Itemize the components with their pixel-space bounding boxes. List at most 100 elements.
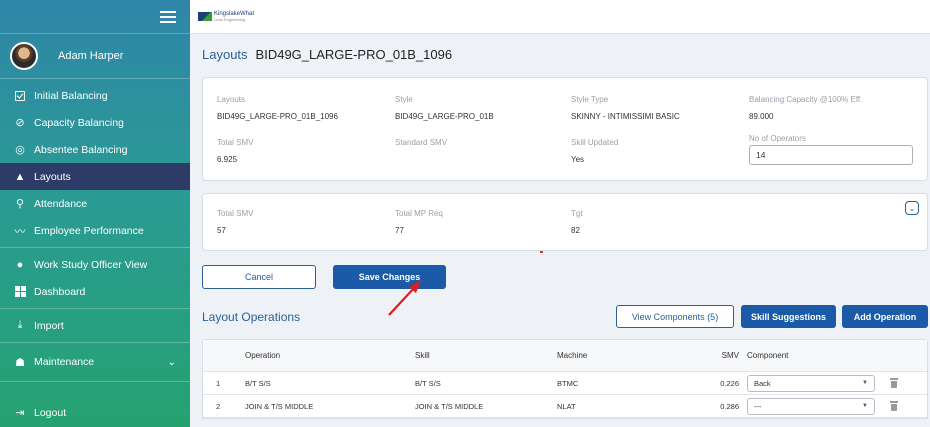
style-label: Style — [395, 95, 413, 104]
sidebar-item-maintenance[interactable]: ☗ Maintenance ⌄ — [0, 346, 190, 378]
column-component: Component — [747, 351, 789, 360]
row-smv: 0.226 — [720, 378, 739, 388]
trash-icon[interactable] — [890, 378, 898, 388]
sidebar-item-label: Attendance — [34, 197, 88, 210]
logo-name: KingslakeWhat — [214, 10, 255, 17]
sidebar-item-label: Work Study Officer View — [34, 258, 148, 271]
style-type-value: SKINNY - INTIMISSIMI BASIC — [571, 112, 680, 121]
layouts-value: BID49G_LARGE-PRO_01B_1096 — [217, 112, 338, 121]
component-select-value: --- — [754, 401, 762, 411]
chevron-down-icon: ⌄ — [167, 356, 176, 368]
table-row[interactable]: 1 B/T S/S B/T S/S BTMC 0.226 Back ▼ — [203, 372, 927, 395]
operations-title: Layout Operations — [202, 310, 301, 324]
skill-updated-label: Skill Updated — [571, 138, 619, 147]
sidebar-item-logout[interactable]: ⇥ Logout — [0, 399, 190, 426]
table-row[interactable]: 2 JOIN & T/S MIDDLE JOIN & T/S MIDDLE NL… — [203, 395, 927, 418]
sidebar-item-label: Import — [34, 319, 64, 332]
tgt-field: Tgt 82 — [571, 209, 583, 235]
avatar — [10, 42, 38, 70]
logo-mark-icon — [198, 12, 212, 21]
person-icon: ● — [16, 258, 24, 271]
column-skill: Skill — [415, 351, 430, 360]
row-operation: B/T S/S — [245, 378, 271, 388]
layouts-label: Layouts — [217, 95, 246, 104]
skill-updated-field: Skill Updated Yes — [571, 138, 618, 164]
dropdown-arrow-icon: ▼ — [862, 403, 868, 409]
trash-icon[interactable] — [890, 401, 898, 411]
sidebar-item-capacity-balancing[interactable]: ⊘ Capacity Balancing — [0, 109, 190, 136]
row-number: 2 — [216, 401, 221, 411]
operators-label: No of Operators — [749, 134, 806, 143]
user-profile: Adam Harper — [0, 34, 190, 79]
column-operation: Operation — [245, 351, 281, 360]
main-content: Layouts BID49G_LARGE-PRO_01B_1096 Layout… — [202, 34, 928, 419]
skill-suggestions-button[interactable]: Skill Suggestions — [741, 305, 836, 328]
skill-updated-value: Yes — [571, 155, 585, 164]
style-type-field: Style Type SKINNY - INTIMISSIMI BASIC — [571, 95, 680, 121]
shapes-icon: ▲ — [14, 170, 26, 183]
sidebar-item-label: Dashboard — [34, 285, 86, 298]
layout-id: BID49G_LARGE-PRO_01B_1096 — [255, 46, 453, 62]
sidebar-item-label: Absentee Balancing — [34, 143, 128, 156]
sidebar-item-label: Initial Balancing — [34, 89, 108, 102]
logout-icon: ⇥ — [15, 407, 25, 419]
sidebar-item-initial-balancing[interactable]: Initial Balancing — [0, 82, 190, 109]
sidebar-item-label: Logout — [34, 406, 67, 419]
add-operation-button[interactable]: Add Operation — [842, 305, 928, 328]
standard-smv-field: Standard SMV — [395, 138, 447, 155]
annotation-arrow-icon — [388, 280, 421, 316]
users-cog-icon: ☗ — [15, 356, 25, 369]
row-machine: NLAT — [557, 401, 576, 411]
nav-group-maintenance: ☗ Maintenance ⌄ — [0, 343, 190, 382]
total-smv-label: Total SMV — [217, 138, 254, 147]
component-select[interactable]: --- ▼ — [747, 397, 875, 415]
sidebar-item-label: Maintenance — [34, 356, 95, 368]
row-skill: B/T S/S — [415, 378, 441, 388]
sidebar-item-layouts[interactable]: ▲ Layouts — [0, 163, 190, 190]
row-smv: 0.286 — [720, 401, 739, 411]
dashboard-icon — [14, 286, 26, 298]
summary-card: Total SMV 57 Total MP Req 77 Tgt 82 ⌄ — [202, 193, 928, 253]
operations-table: Operation Skill Machine SMV Component 1 … — [202, 339, 928, 419]
balancing-capacity-label: Balancing Capacity @100% Eff. — [749, 95, 863, 104]
checkbox-icon — [14, 90, 26, 102]
expand-chevron-icon[interactable]: ⌄ — [905, 201, 919, 215]
nav-group-views: ● Work Study Officer View Dashboard — [0, 248, 190, 309]
sidebar-item-employee-performance[interactable]: 〰 Employee Performance — [0, 217, 190, 244]
operators-input[interactable] — [749, 145, 913, 165]
page-title: Layouts BID49G_LARGE-PRO_01B_1096 — [202, 34, 928, 74]
sidebar-item-import[interactable]: ⤓ Import — [0, 312, 190, 339]
sidebar-item-attendance[interactable]: ⚲ Attendance — [0, 190, 190, 217]
sidebar-item-dashboard[interactable]: Dashboard — [0, 278, 190, 305]
user-check-icon: ⚲ — [15, 198, 25, 210]
component-select-value: Back — [754, 378, 771, 388]
summary-total-smv-field: Total SMV 57 — [217, 209, 253, 235]
balancing-capacity-field: Balancing Capacity @100% Eff. 89.000 — [749, 95, 862, 121]
sidebar-item-label: Layouts — [34, 170, 71, 183]
user-name: Adam Harper — [58, 50, 124, 62]
operations-header: Layout Operations View Components (5) Sk… — [202, 303, 928, 329]
action-buttons: Cancel Save Changes — [202, 265, 928, 289]
style-type-label: Style Type — [571, 95, 609, 104]
nav-group-import: ⤓ Import — [0, 309, 190, 343]
sidebar-item-work-study-officer-view[interactable]: ● Work Study Officer View — [0, 251, 190, 278]
operators-field: No of Operators — [749, 134, 913, 165]
nav-group-balancing: Initial Balancing ⊘ Capacity Balancing ◎… — [0, 79, 190, 248]
component-select[interactable]: Back ▼ — [747, 374, 875, 392]
style-value: BID49G_LARGE-PRO_01B — [395, 112, 494, 121]
total-mp-req-value: 77 — [395, 226, 404, 235]
sidebar-header — [0, 0, 190, 34]
tgt-value: 82 — [571, 226, 580, 235]
hamburger-menu-icon[interactable] — [160, 10, 176, 23]
check-circle-icon: ⊘ — [15, 117, 25, 129]
dropdown-arrow-icon: ▼ — [862, 380, 868, 386]
total-mp-req-field: Total MP Req 77 — [395, 209, 443, 235]
sidebar-item-label: Employee Performance — [34, 224, 144, 237]
company-logo[interactable]: KingslakeWhat Lean Engineering — [198, 11, 254, 23]
sidebar-item-absentee-balancing[interactable]: ◎ Absentee Balancing — [0, 136, 190, 163]
total-smv-value: 6.925 — [217, 155, 238, 164]
cancel-button[interactable]: Cancel — [202, 265, 316, 289]
layouts-field: Layouts BID49G_LARGE-PRO_01B_1096 — [217, 95, 338, 121]
view-components-button[interactable]: View Components (5) — [616, 305, 734, 328]
nav-group-logout: ⇥ Logout — [0, 396, 190, 427]
